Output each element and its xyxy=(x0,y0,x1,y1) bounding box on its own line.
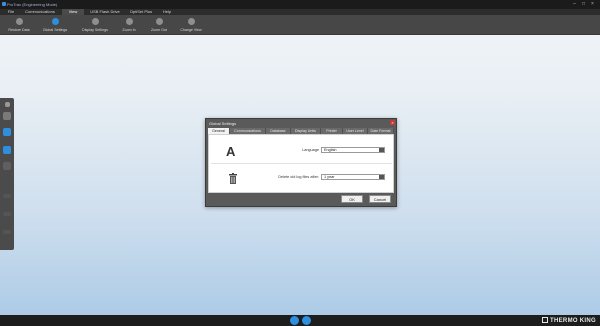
restore-data-icon xyxy=(15,18,23,25)
dialog-title: Global Settings xyxy=(209,121,237,126)
delete-log-label: Delete old log files after: xyxy=(278,175,319,179)
display-settings-button[interactable]: Display Settings xyxy=(82,17,108,34)
status-bar: THERMO KING xyxy=(0,315,600,326)
thermo-king-logo: THERMO KING xyxy=(542,317,596,324)
window-title: ProTrac (Engineering Mode) xyxy=(7,2,58,7)
tool-icon-4[interactable] xyxy=(3,162,11,170)
ribbon-toolbar: Restore Data Global Settings Display Set… xyxy=(0,15,600,35)
close-dialog-button[interactable]: × xyxy=(390,120,395,125)
close-window-icon[interactable]: × xyxy=(591,1,594,7)
pin-icon[interactable] xyxy=(5,102,10,107)
change-view-icon xyxy=(187,18,195,25)
global-settings-button[interactable]: Global Settings xyxy=(42,17,68,34)
delete-log-select[interactable]: 1 year xyxy=(321,174,385,180)
tool-icon-5[interactable] xyxy=(3,194,11,198)
tool-icon-3[interactable] xyxy=(3,146,11,154)
left-toolbar xyxy=(0,98,14,250)
zoom-out-button[interactable]: Zoom Out xyxy=(146,17,172,34)
change-view-button[interactable]: Change View xyxy=(178,17,204,34)
logo-mark-icon xyxy=(542,317,549,323)
tool-icon-6[interactable] xyxy=(3,212,11,216)
ok-button[interactable]: OK xyxy=(341,195,363,203)
zoom-in-icon xyxy=(125,18,133,25)
zoom-out-icon xyxy=(155,18,163,25)
language-icon: A xyxy=(226,144,236,159)
minimize-icon[interactable]: – xyxy=(573,1,576,7)
nav-dot-right[interactable] xyxy=(302,316,311,325)
restore-data-button[interactable]: Restore Data xyxy=(6,17,32,34)
cancel-button[interactable]: Cancel xyxy=(369,195,391,203)
global-settings-dialog: Global Settings × General Communications… xyxy=(205,118,397,207)
language-select[interactable]: English xyxy=(321,147,385,153)
maximize-icon[interactable]: □ xyxy=(582,1,585,7)
general-tab-panel: A Language English Delete old log files … xyxy=(208,134,394,193)
app-icon xyxy=(2,2,6,6)
display-settings-icon xyxy=(91,18,99,25)
chevron-down-icon xyxy=(379,148,384,152)
language-row: A Language English xyxy=(211,137,392,164)
tool-icon-1[interactable] xyxy=(3,112,11,120)
chevron-down-icon xyxy=(379,175,384,179)
tool-icon-2[interactable] xyxy=(3,128,11,136)
delete-log-row: Delete old log files after: 1 year xyxy=(211,165,392,191)
nav-dot-left[interactable] xyxy=(290,316,299,325)
zoom-in-button[interactable]: Zoom In xyxy=(116,17,142,34)
trash-icon xyxy=(229,173,237,184)
tool-icon-7[interactable] xyxy=(3,230,11,234)
language-label: Language xyxy=(302,148,319,152)
globe-icon xyxy=(51,18,59,25)
title-bar: ProTrac (Engineering Mode) – □ × xyxy=(0,0,600,9)
